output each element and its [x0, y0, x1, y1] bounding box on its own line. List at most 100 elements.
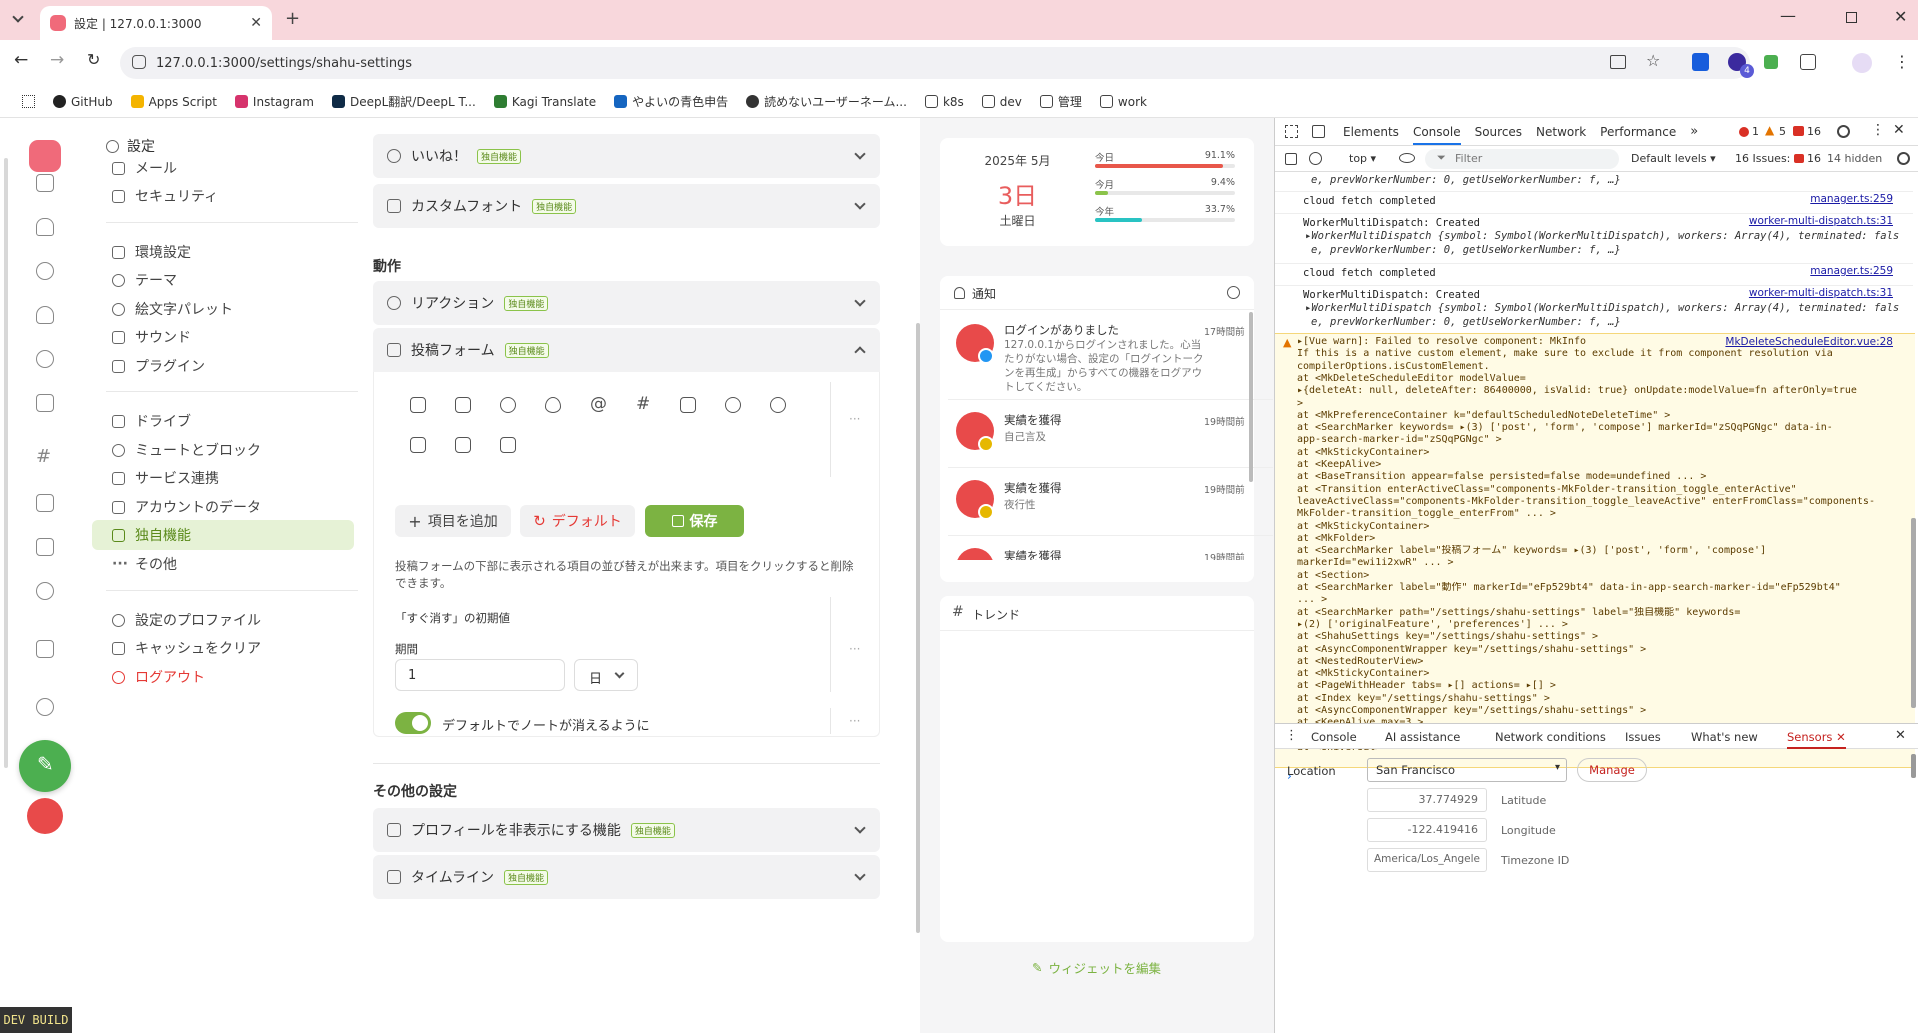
more-icon[interactable]: ···: [849, 642, 860, 656]
restore-icon[interactable]: [1846, 12, 1857, 23]
clear-console-icon[interactable]: [1309, 152, 1322, 165]
notification-item[interactable]: 実績を獲得 19時間前 自己言及: [948, 402, 1273, 468]
drawer-tab-console[interactable]: Console: [1311, 730, 1357, 744]
pages-icon[interactable]: [36, 640, 54, 658]
calendar-icon[interactable]: [455, 437, 471, 453]
sidebar-item-clear-cache[interactable]: キャッシュをクリア: [112, 633, 358, 663]
close-tab-icon[interactable]: ✕: [250, 15, 262, 31]
minimize-icon[interactable]: —: [1780, 6, 1796, 25]
unit-select[interactable]: 日: [574, 659, 638, 691]
save-button[interactable]: 保存: [645, 505, 744, 537]
bookmark-folder-k8s[interactable]: k8s: [924, 95, 964, 109]
bookmark-deepl[interactable]: DeepL翻訳/DeepL T...: [331, 93, 476, 110]
console-scrollbar[interactable]: [1911, 518, 1916, 708]
sidebar-item-mail[interactable]: メール: [112, 153, 358, 183]
default-button[interactable]: ↻ デフォルト: [520, 505, 635, 537]
cloud-icon[interactable]: [36, 306, 54, 324]
bookmark-folder-admin[interactable]: 管理: [1039, 93, 1082, 110]
more-tabs-icon[interactable]: »: [1690, 124, 1698, 139]
drawer-tab-whats-new[interactable]: What's new: [1691, 730, 1758, 744]
close-devtools-icon[interactable]: ✕: [1893, 122, 1905, 138]
site-info-icon[interactable]: [132, 55, 146, 69]
address-bar[interactable]: 127.0.0.1:3000/settings/shahu-settings ☆: [120, 47, 1750, 79]
bookmark-instagram[interactable]: Instagram: [234, 95, 314, 109]
palette-icon[interactable]: [770, 397, 786, 413]
chart-pie-icon[interactable]: [500, 397, 516, 413]
timezone-input[interactable]: America/Los_Angele: [1367, 848, 1487, 872]
account-avatar[interactable]: [27, 798, 63, 834]
sidebar-item-original-features[interactable]: 独自機能: [92, 520, 354, 550]
hashtag-icon[interactable]: #: [36, 446, 51, 467]
compass-icon[interactable]: [36, 698, 54, 716]
sidebar-item-sound[interactable]: サウンド: [112, 322, 358, 352]
browser-tab[interactable]: 設定 | 127.0.0.1:3000 ✕: [40, 6, 272, 40]
close-icon[interactable]: ✕: [1836, 730, 1846, 744]
bookmark-star-icon[interactable]: ☆: [1646, 51, 1660, 70]
bookmark-yayoi[interactable]: やよいの青色申告: [614, 93, 728, 110]
devtools-menu-icon[interactable]: ⋮: [1871, 122, 1885, 138]
more-icon[interactable]: ···: [849, 714, 860, 728]
paperclip-icon[interactable]: [36, 262, 54, 280]
more-icon[interactable]: ···: [849, 412, 860, 426]
sidebar-item-theme[interactable]: テーマ: [112, 265, 358, 295]
tab-performance[interactable]: Performance: [1600, 125, 1676, 139]
period-input[interactable]: 1: [395, 659, 565, 691]
search-icon[interactable]: [36, 582, 54, 600]
folder-likes[interactable]: いいね！ 独自機能: [373, 134, 880, 178]
drawer-tab-sensors[interactable]: Sensors ✕: [1787, 730, 1846, 749]
note-icon[interactable]: [500, 437, 516, 453]
sidebar-item-security[interactable]: セキュリティ: [112, 181, 358, 211]
sidebar-item-other[interactable]: ··· その他: [112, 549, 358, 579]
extensions-puzzle-icon[interactable]: [1800, 54, 1816, 70]
hashtag-icon[interactable]: #: [636, 394, 650, 414]
bookmark-folder-dev[interactable]: dev: [981, 95, 1022, 109]
location-select[interactable]: San Francisco ▾: [1367, 758, 1567, 782]
sidebar-item-connected-services[interactable]: サービス連携: [112, 463, 358, 493]
bookmark-folder-work[interactable]: work: [1099, 95, 1147, 109]
error-count[interactable]: 1: [1752, 125, 1759, 138]
rail-scrollbar[interactable]: [4, 158, 8, 768]
edit-widgets-button[interactable]: ✎ ウィジェットを編集: [1032, 958, 1161, 977]
close-window-icon[interactable]: ✕: [1894, 7, 1907, 26]
tab-elements[interactable]: Elements: [1339, 125, 1399, 139]
sidebar-item-emoji-palette[interactable]: 絵文字パレット: [112, 294, 358, 324]
image-link-icon[interactable]: [455, 397, 471, 413]
sidebar-item-profiles[interactable]: 設定のプロファイル: [112, 605, 358, 635]
longitude-input[interactable]: -122.419416: [1367, 818, 1487, 842]
messages-icon[interactable]: [36, 394, 54, 412]
bitwarden-icon[interactable]: [1692, 53, 1709, 71]
auto-delete-toggle[interactable]: [395, 712, 431, 734]
log-source-link[interactable]: manager.ts:259: [1810, 193, 1893, 205]
tv-icon[interactable]: [36, 538, 54, 556]
tab-console[interactable]: Console: [1412, 125, 1461, 145]
sidebar-item-plugins[interactable]: プラグイン: [112, 351, 358, 381]
sidebar-item-preferences[interactable]: 環境設定: [112, 237, 358, 267]
add-item-button[interactable]: + 項目を追加: [395, 505, 511, 537]
bookmark-kagi[interactable]: Kagi Translate: [493, 95, 596, 109]
new-tab-icon[interactable]: +: [285, 8, 300, 29]
tab-network[interactable]: Network: [1536, 125, 1586, 139]
tab-list-chevron-icon[interactable]: [12, 11, 24, 23]
folder-hide-profile[interactable]: プロフィールを非表示にする機能 独自機能: [373, 808, 880, 852]
log-source-link[interactable]: worker-multi-dispatch.ts:31: [1749, 287, 1893, 299]
calendar-time-icon[interactable]: [410, 437, 426, 453]
close-drawer-icon[interactable]: ✕: [1895, 728, 1906, 743]
log-levels-select[interactable]: Default levels ▾: [1631, 152, 1716, 165]
devtools-settings-icon[interactable]: [1837, 125, 1850, 138]
mood-icon[interactable]: [725, 397, 741, 413]
reload-icon[interactable]: ↻: [87, 50, 100, 69]
folder-reaction[interactable]: リアクション 独自機能: [373, 281, 880, 325]
issues-count[interactable]: 16: [1807, 125, 1821, 138]
notifications-scrollbar[interactable]: [1249, 312, 1253, 482]
home-icon[interactable]: [36, 174, 54, 192]
bookmark-apps-script[interactable]: Apps Script: [130, 95, 217, 109]
plug-icon[interactable]: [680, 397, 696, 413]
bell-icon[interactable]: [36, 218, 54, 236]
image-plus-icon[interactable]: [410, 397, 426, 413]
apps-grid-icon[interactable]: [22, 95, 35, 108]
browser-menu-icon[interactable]: ⋮: [1894, 52, 1910, 71]
console-filter-input[interactable]: ⏷ Filter: [1425, 149, 1619, 169]
inspect-icon[interactable]: [1285, 125, 1298, 138]
eye-icon[interactable]: [1399, 153, 1415, 163]
sidebar-item-drive[interactable]: ドライブ: [112, 406, 358, 436]
